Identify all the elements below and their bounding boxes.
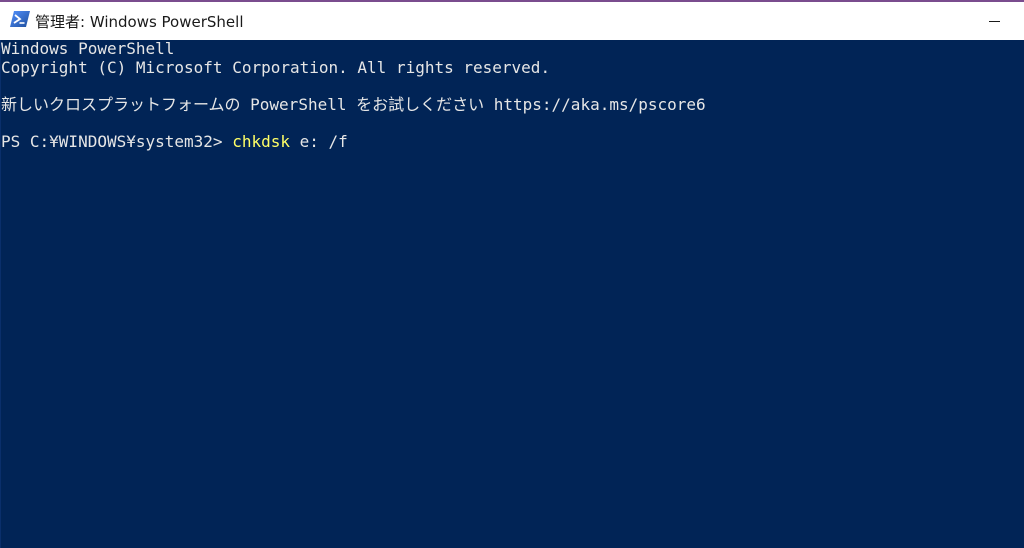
console-line-copyright: Copyright (C) Microsoft Corporation. All… <box>1 58 551 77</box>
prompt-text: PS C:¥WINDOWS¥system32> <box>1 132 233 151</box>
title-bar[interactable]: 管理者: Windows PowerShell <box>0 0 1024 40</box>
window-left-edge <box>0 40 1 548</box>
command-text: chkdsk <box>232 132 290 151</box>
minimize-icon <box>989 21 1000 22</box>
window-title: 管理者: Windows PowerShell <box>35 13 244 31</box>
console-line-header: Windows PowerShell <box>1 39 175 58</box>
console-prompt-line: PS C:¥WINDOWS¥system32> chkdsk e: /f <box>1 132 348 152</box>
command-args: e: /f <box>289 132 348 151</box>
minimize-button[interactable] <box>966 2 1024 40</box>
powershell-icon <box>10 11 30 27</box>
console-line-pscore-notice: 新しいクロスプラットフォームの PowerShell をお試しください http… <box>1 95 706 114</box>
powershell-window: 管理者: Windows PowerShell Windows PowerShe… <box>0 0 1024 548</box>
console-area[interactable]: Windows PowerShell Copyright (C) Microso… <box>0 39 1024 548</box>
